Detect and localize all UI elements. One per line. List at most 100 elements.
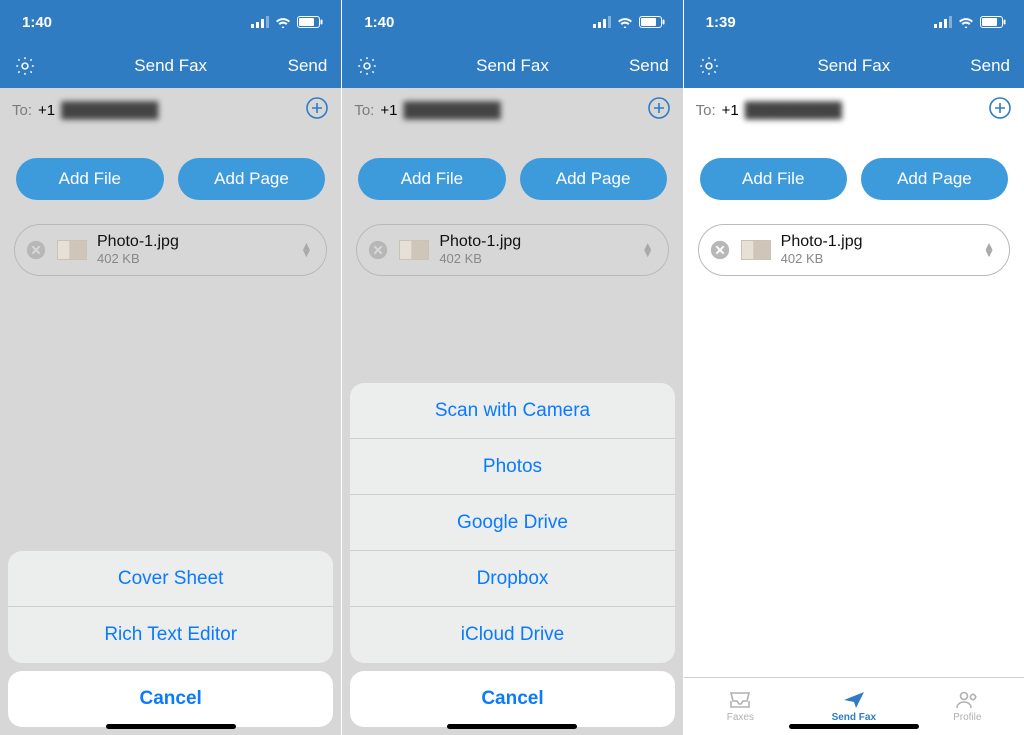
battery-icon <box>980 16 1006 28</box>
file-name: Photo-1.jpg <box>781 233 863 251</box>
to-label: To: <box>12 102 32 119</box>
add-recipient-button[interactable] <box>647 96 671 124</box>
file-text: Photo-1.jpg 402 KB <box>781 233 863 266</box>
status-icons <box>251 16 323 28</box>
send-button[interactable]: Send <box>954 56 1010 76</box>
add-file-button[interactable]: Add File <box>700 158 847 200</box>
to-prefix: +1 <box>380 102 397 119</box>
add-page-button[interactable]: Add Page <box>520 158 667 200</box>
battery-icon <box>639 16 665 28</box>
to-row[interactable]: To: +1 ██████████ <box>0 88 341 132</box>
sheet-item-cover-sheet[interactable]: Cover Sheet <box>8 551 333 607</box>
pill-row: Add File Add Page <box>684 132 1024 218</box>
reorder-handle-icon[interactable]: ▲▼ <box>300 243 312 257</box>
file-text: Photo-1.jpg 402 KB <box>439 233 521 266</box>
plus-circle-icon <box>647 96 671 120</box>
to-row[interactable]: To: +1 ██████████ <box>342 88 682 132</box>
pill-row: Add File Add Page <box>342 132 682 218</box>
reorder-handle-icon[interactable]: ▲▼ <box>983 243 995 257</box>
to-prefix: +1 <box>38 102 55 119</box>
file-thumbnail <box>741 240 771 260</box>
nav-title: Send Fax <box>754 56 954 76</box>
home-indicator[interactable] <box>106 724 236 729</box>
sheet-item-google-drive[interactable]: Google Drive <box>350 495 674 551</box>
sheet-cancel-button[interactable]: Cancel <box>8 671 333 727</box>
sheet-item-scan-camera[interactable]: Scan with Camera <box>350 383 674 439</box>
signal-icon <box>593 16 611 28</box>
nav-title: Send Fax <box>412 56 612 76</box>
sheet-item-photos[interactable]: Photos <box>350 439 674 495</box>
sheet-cancel-button[interactable]: Cancel <box>350 671 674 727</box>
gear-icon <box>14 55 36 77</box>
profile-icon <box>955 690 979 710</box>
to-prefix: +1 <box>722 102 739 119</box>
screen-2: 1:40 Send Fax Send To: +1 ██████████ <box>341 0 682 735</box>
gear-icon <box>698 55 720 77</box>
tab-label: Send Fax <box>832 712 876 723</box>
file-row[interactable]: Photo-1.jpg 402 KB ▲▼ <box>698 224 1010 276</box>
signal-icon <box>251 16 269 28</box>
screen-1: 1:40 Send Fax Send To: +1 ██████████ <box>0 0 341 735</box>
file-text: Photo-1.jpg 402 KB <box>97 233 179 266</box>
nav-left[interactable] <box>14 55 70 77</box>
file-thumbnail <box>399 240 429 260</box>
to-number-redacted: ██████████ <box>745 102 841 119</box>
status-bar: 1:39 <box>684 0 1024 44</box>
tab-profile[interactable]: Profile <box>911 678 1024 735</box>
inbox-icon <box>728 690 752 710</box>
file-row[interactable]: Photo-1.jpg 402 KB ▲▼ <box>14 224 327 276</box>
sheet-item-icloud-drive[interactable]: iCloud Drive <box>350 607 674 663</box>
battery-icon <box>297 16 323 28</box>
remove-file-icon[interactable] <box>709 239 731 261</box>
sheet-item-rich-text-editor[interactable]: Rich Text Editor <box>8 607 333 663</box>
add-page-button[interactable]: Add Page <box>861 158 1008 200</box>
file-row[interactable]: Photo-1.jpg 402 KB ▲▼ <box>356 224 668 276</box>
wifi-icon <box>275 16 291 28</box>
signal-icon <box>934 16 952 28</box>
nav-left[interactable] <box>698 55 754 77</box>
add-recipient-button[interactable] <box>305 96 329 124</box>
home-indicator[interactable] <box>789 724 919 729</box>
file-size: 402 KB <box>781 252 863 267</box>
tab-label: Faxes <box>727 712 754 723</box>
send-icon <box>842 690 866 710</box>
status-time: 1:40 <box>22 14 52 31</box>
add-recipient-button[interactable] <box>988 96 1012 124</box>
tab-faxes[interactable]: Faxes <box>684 678 797 735</box>
screen-3: 1:39 Send Fax Send To: +1 ██████████ <box>683 0 1024 735</box>
add-page-button[interactable]: Add Page <box>178 158 326 200</box>
send-button[interactable]: Send <box>271 56 327 76</box>
to-number-redacted: ██████████ <box>61 102 157 119</box>
sheet-group: Cover Sheet Rich Text Editor <box>8 551 333 663</box>
to-label: To: <box>354 102 374 119</box>
add-file-button[interactable]: Add File <box>358 158 505 200</box>
remove-file-icon[interactable] <box>25 239 47 261</box>
gear-icon <box>356 55 378 77</box>
file-size: 402 KB <box>439 252 521 267</box>
home-indicator[interactable] <box>447 724 577 729</box>
nav-title: Send Fax <box>70 56 271 76</box>
send-button[interactable]: Send <box>613 56 669 76</box>
pill-row: Add File Add Page <box>0 132 341 218</box>
sheet-item-dropbox[interactable]: Dropbox <box>350 551 674 607</box>
status-bar: 1:40 <box>342 0 682 44</box>
tab-label: Profile <box>953 712 981 723</box>
to-number-redacted: ██████████ <box>403 102 499 119</box>
plus-circle-icon <box>305 96 329 120</box>
to-label: To: <box>696 102 716 119</box>
to-row[interactable]: To: +1 ██████████ <box>684 88 1024 132</box>
file-thumbnail <box>57 240 87 260</box>
file-name: Photo-1.jpg <box>439 233 521 251</box>
status-time: 1:39 <box>706 14 736 31</box>
file-size: 402 KB <box>97 252 179 267</box>
reorder-handle-icon[interactable]: ▲▼ <box>642 243 654 257</box>
add-file-button[interactable]: Add File <box>16 158 164 200</box>
file-name: Photo-1.jpg <box>97 233 179 251</box>
action-sheet: Scan with Camera Photos Google Drive Dro… <box>342 375 682 735</box>
nav-bar: Send Fax Send <box>342 44 682 88</box>
status-icons <box>934 16 1006 28</box>
plus-circle-icon <box>988 96 1012 120</box>
nav-left[interactable] <box>356 55 412 77</box>
nav-bar: Send Fax Send <box>0 44 341 88</box>
remove-file-icon[interactable] <box>367 239 389 261</box>
